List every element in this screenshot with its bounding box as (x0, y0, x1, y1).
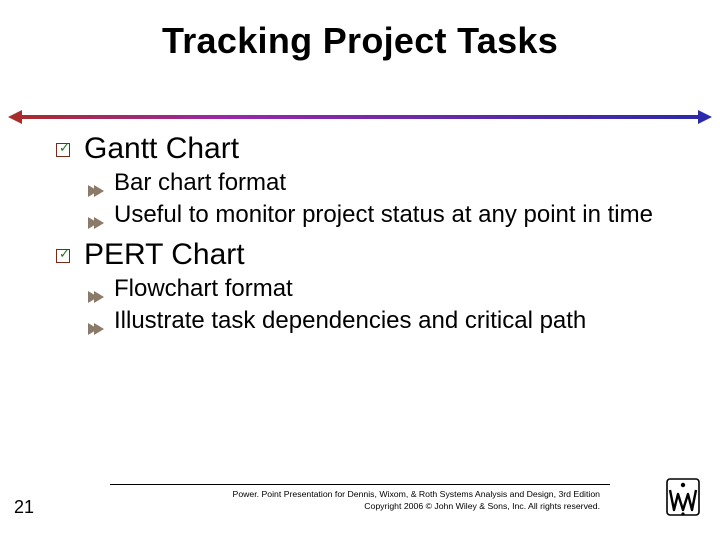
checkbox-icon: ✓ (56, 249, 70, 263)
arrow-bullet-icon (88, 176, 106, 206)
checkbox-icon: ✓ (56, 143, 70, 157)
list-item-text: Bar chart format (114, 169, 286, 196)
divider-arrow (10, 112, 710, 122)
section-gantt: ✓ Gantt Chart Bar chart format Useful to… (68, 132, 668, 230)
section-pert: ✓ PERT Chart Flowchart format Illustrate… (68, 238, 668, 336)
list-item-text: Illustrate task dependencies and critica… (114, 307, 586, 334)
slide: Tracking Project Tasks ✓ Gantt Chart Bar… (0, 0, 720, 540)
heading-pert: ✓ PERT Chart (84, 238, 668, 272)
list-item: Illustrate task dependencies and critica… (114, 306, 668, 336)
arrow-right-head (698, 110, 712, 124)
sub-list-gantt: Bar chart format Useful to monitor proje… (114, 168, 668, 230)
arrow-bullet-icon (88, 314, 106, 344)
list-item-text: Useful to monitor project status at any … (114, 201, 653, 228)
heading-gantt: ✓ Gantt Chart (84, 132, 668, 166)
heading-text: Gantt Chart (84, 132, 239, 165)
list-item: Flowchart format (114, 274, 668, 304)
footer-line-2: Copyright 2006 © John Wiley & Sons, Inc.… (150, 500, 600, 512)
slide-title: Tracking Project Tasks (0, 20, 720, 62)
footer-divider (110, 484, 610, 485)
arrow-bar (20, 115, 700, 119)
list-item-text: Flowchart format (114, 275, 293, 302)
content-area: ✓ Gantt Chart Bar chart format Useful to… (68, 130, 668, 344)
footer-line-1: Power. Point Presentation for Dennis, Wi… (150, 488, 600, 500)
list-item: Useful to monitor project status at any … (114, 200, 668, 230)
page-number: 21 (14, 497, 34, 518)
heading-text: PERT Chart (84, 238, 245, 271)
arrow-bullet-icon (88, 208, 106, 238)
sub-list-pert: Flowchart format Illustrate task depende… (114, 274, 668, 336)
arrow-bullet-icon (88, 282, 106, 312)
wiley-logo (664, 476, 702, 518)
list-item: Bar chart format (114, 168, 668, 198)
footer: Power. Point Presentation for Dennis, Wi… (150, 484, 600, 512)
